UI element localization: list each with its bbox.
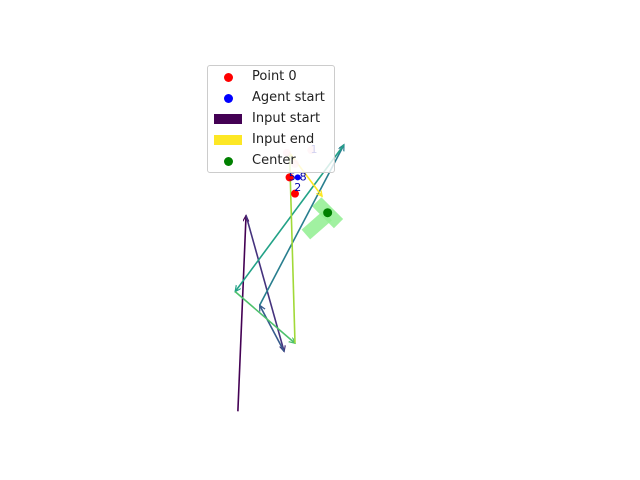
legend-entry-input-start: Input start	[208, 109, 336, 129]
legend-label-center: Center	[252, 153, 296, 168]
input-path-group	[234, 145, 345, 412]
center-shape-bar-1	[301, 210, 332, 240]
legend-label-input-start: Input start	[252, 111, 321, 126]
legend-marker-center	[224, 157, 233, 166]
legend-marker-agent-start	[224, 94, 233, 103]
legend-label-point-0: Point 0	[252, 69, 297, 84]
legend-entry-center: Center	[208, 151, 336, 171]
legend-entry-input-end: Input end	[208, 130, 336, 150]
legend-marker-input-end	[214, 135, 242, 145]
input-path-segment-1	[245, 215, 284, 351]
legend-entry-agent-start: Agent start	[208, 88, 336, 108]
legend: Point 0 Agent start Input start Input en…	[207, 65, 335, 173]
legend-marker-input-start	[214, 114, 242, 124]
legend-label-input-end: Input end	[252, 132, 315, 147]
point-label-2: 2	[294, 181, 301, 194]
legend-entry-point-0: Point 0	[208, 67, 336, 87]
input-path-segment-0	[237, 215, 246, 412]
input-path-segment-2	[258, 305, 285, 352]
legend-label-agent-start: Agent start	[252, 90, 325, 105]
input-path-segment-5	[234, 290, 295, 344]
center-point	[323, 208, 333, 218]
legend-marker-point-0	[224, 73, 233, 82]
